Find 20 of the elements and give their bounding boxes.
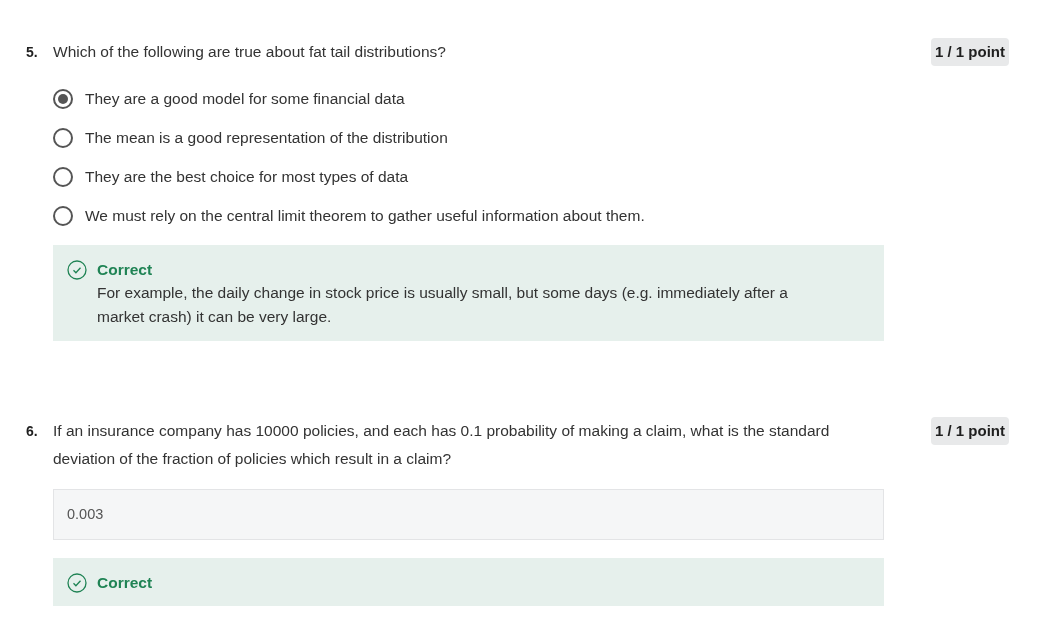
- option-label: They are a good model for some financial data: [85, 89, 405, 109]
- radio-button[interactable]: [53, 89, 73, 109]
- option-label: We must rely on the central limit theorem to gather useful information about them.: [85, 206, 645, 226]
- feedback-status: Correct: [97, 260, 154, 280]
- option-label: The mean is a good representation of the distribution: [85, 128, 448, 148]
- points-badge: 1 / 1 point: [931, 38, 1009, 66]
- check-circle-icon: [67, 573, 87, 593]
- question-number: 5.: [26, 43, 39, 62]
- option-label: They are the best choice for most types of data: [85, 167, 409, 187]
- feedback-explanation: For example, the daily change in stock price is usually small, but some days (e.g. immediately after a market crash) it can be very large.: [97, 283, 789, 327]
- points-badge: 1 / 1 point: [931, 417, 1009, 445]
- radio-button[interactable]: [53, 128, 73, 148]
- question-text: Which of the following are true about fat tail distributions?: [53, 42, 447, 62]
- radio-button[interactable]: [53, 206, 73, 226]
- feedback-status: Correct: [97, 573, 153, 593]
- check-circle-icon: [67, 260, 87, 280]
- answer-field[interactable]: 0.003: [53, 489, 884, 540]
- radio-button[interactable]: [53, 167, 73, 187]
- question-text: If an insurance company has 10000 policies, and each has 0.1 probability of making a claim, what is the standard deviation of the fraction of policies which result in a claim?: [53, 421, 831, 469]
- question-number: 6.: [26, 422, 39, 441]
